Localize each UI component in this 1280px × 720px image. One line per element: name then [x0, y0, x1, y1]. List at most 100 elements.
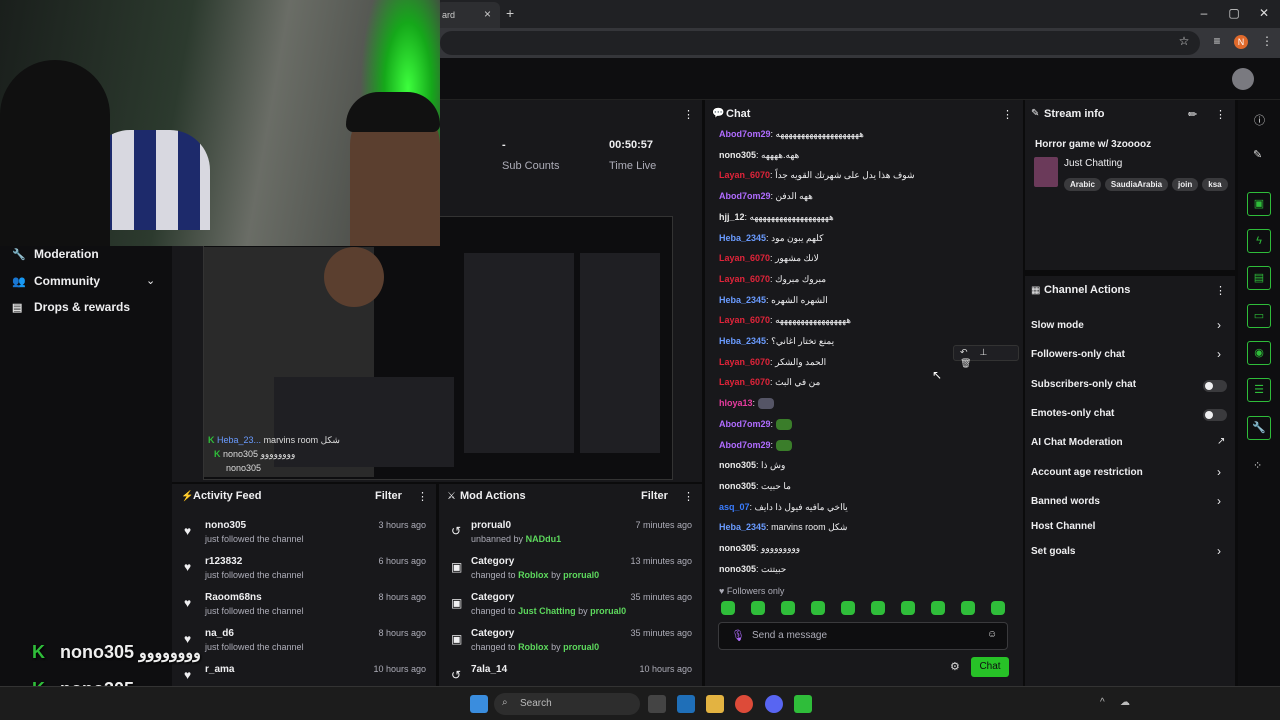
activity-filter-button[interactable]: Filter	[375, 490, 402, 502]
chevron-down-icon[interactable]: ⌄	[146, 274, 155, 287]
activity-menu-icon[interactable]: ⋮	[417, 490, 428, 503]
chat-message[interactable]: Layan_6070: شوف هذا يدل على شهرتك القويه…	[719, 170, 914, 181]
chat-message[interactable]: Heba_2345: الشهره الشهره	[719, 295, 828, 306]
external-link-icon[interactable]: ↗	[1217, 436, 1225, 447]
chat-message[interactable]: nono305: ههه.ههههه	[719, 150, 799, 161]
feed-row[interactable]: ♥ na_d6 just followed the channel 8 hours a…	[172, 628, 436, 662]
chevron-right-icon[interactable]: ›	[1217, 318, 1221, 332]
chat-message[interactable]: Abod7om29: ههههههههههههههههههههه	[719, 129, 864, 140]
task-view-icon[interactable]	[648, 695, 666, 713]
document-icon[interactable]: ▤	[1247, 266, 1271, 290]
cloud-icon[interactable]: ☁	[1120, 697, 1130, 708]
browser-menu-icon[interactable]: ⋮	[1258, 34, 1276, 48]
channel-action-row[interactable]: Banned words ›	[1025, 494, 1235, 513]
chat-message[interactable]: hjj_12: هههههههههههههههههههه	[719, 212, 834, 223]
tray-chevron-icon[interactable]: ^	[1100, 697, 1105, 708]
stream-info-menu-icon[interactable]: ⋮	[1215, 108, 1226, 121]
channel-action-row[interactable]: Host Channel	[1025, 520, 1235, 538]
stream-preview-video[interactable]: K Heba_23... marvins room شكل K nono305 …	[203, 216, 673, 480]
reading-list-icon[interactable]: ≡	[1208, 34, 1226, 48]
chat-message[interactable]: Abod7om29:	[719, 419, 792, 430]
channel-action-row[interactable]: Slow mode ›	[1025, 318, 1235, 337]
chat-message[interactable]: Abod7om29:	[719, 440, 792, 451]
channel-action-row[interactable]: Account age restriction ›	[1025, 465, 1235, 484]
chat-rail-icon[interactable]: ▭	[1247, 304, 1271, 328]
chevron-right-icon[interactable]: ›	[1217, 494, 1221, 508]
lightning-rail-icon[interactable]: ϟ	[1247, 229, 1271, 253]
window-close-icon[interactable]: ✕	[1254, 6, 1274, 20]
clip-icon[interactable]: ▣	[1247, 192, 1271, 216]
bookmark-star-icon[interactable]: ☆	[1175, 34, 1193, 48]
chat-message[interactable]: nono305: وش ذا	[719, 460, 785, 471]
chat-settings-icon[interactable]: ⚙	[950, 660, 960, 673]
channel-action-row[interactable]: Subscribers-only chat	[1025, 378, 1235, 396]
channel-action-row[interactable]: AI Chat Moderation ↗	[1025, 436, 1235, 454]
chevron-right-icon[interactable]: ›	[1217, 347, 1221, 361]
profile-avatar[interactable]: N	[1234, 35, 1248, 49]
toggle-switch[interactable]	[1203, 409, 1227, 421]
chat-menu-icon[interactable]: ⋮	[1002, 108, 1013, 121]
chat-send-button[interactable]: Chat	[971, 657, 1009, 677]
maximize-icon[interactable]: ▢	[1224, 6, 1244, 20]
discord-icon[interactable]	[765, 695, 783, 713]
chevron-right-icon[interactable]: ›	[1217, 465, 1221, 479]
pin-icon[interactable]: ⊥	[980, 347, 1000, 357]
chat-message[interactable]: Layan_6070: الحمد والشكر	[719, 357, 826, 368]
add-action-icon[interactable]: ⁘	[1253, 459, 1262, 472]
feed-row[interactable]: ♥ r123832 just followed the channel 6 hours…	[172, 556, 436, 590]
mod-filter-button[interactable]: Filter	[641, 490, 668, 502]
sidebar-item-community[interactable]: 👥 Community	[12, 274, 100, 288]
stats-menu-icon[interactable]: ⋮	[683, 108, 694, 121]
delete-icon[interactable]: 🗑	[960, 358, 983, 368]
mic-icon[interactable]: 🎙	[731, 629, 745, 642]
chat-message[interactable]: Heba_2345: marvins room شكل	[719, 522, 847, 533]
taskbar-search[interactable]: Search	[494, 693, 640, 715]
chat-message[interactable]: Layan_6070: مبروك مبروك	[719, 274, 826, 285]
chat-message[interactable]: nono305: حبيتتت	[719, 564, 786, 575]
address-bar[interactable]	[440, 31, 1200, 55]
chat-message[interactable]: Layan_6070: من في البث	[719, 377, 820, 388]
chat-message[interactable]: hloya13:	[719, 398, 774, 410]
chat-message[interactable]: nono305: ما حبيت	[719, 481, 791, 492]
sidebar-item-drops[interactable]: ▤ Drops & rewards	[12, 300, 130, 314]
mod-action-row[interactable]: ▣ Category changed to Roblox by prorual0 35…	[439, 628, 702, 662]
minimize-icon[interactable]: –	[1194, 6, 1214, 20]
feed-row[interactable]: ♥ nono305 just followed the channel 3 hours…	[172, 520, 436, 554]
edit-icon[interactable]: ✎	[1253, 148, 1262, 161]
chrome-icon[interactable]	[735, 695, 753, 713]
channel-action-row[interactable]: Set goals ›	[1025, 544, 1235, 563]
mod-action-row[interactable]: ▣ Category changed to Just Chatting by pro…	[439, 592, 702, 626]
windows-start-icon[interactable]	[470, 695, 488, 713]
channel-action-row[interactable]: Followers-only chat ›	[1025, 347, 1235, 366]
toggle-switch[interactable]	[1203, 380, 1227, 392]
chat-message[interactable]: Heba_2345: يمنع تختار اغاني؟	[719, 336, 834, 347]
tab-close-icon[interactable]: ×	[484, 7, 491, 21]
user-avatar[interactable]	[1232, 68, 1254, 90]
emoji-picker-icon[interactable]: ☺	[987, 629, 997, 640]
info-icon[interactable]: ⓘ	[1254, 112, 1265, 128]
chat-message[interactable]: Layan_6070: لانك مشهور	[719, 253, 819, 264]
chat-message[interactable]: Layan_6070: هههههههههههههههههه	[719, 315, 851, 326]
mod-action-row[interactable]: ▣ Category changed to Roblox by prorual0 13…	[439, 556, 702, 590]
chat-message[interactable]: asq_07: يااخي مافيه فيول ذا دايف	[719, 502, 848, 513]
chevron-right-icon[interactable]: ›	[1217, 544, 1221, 558]
broadcast-icon[interactable]: ◉	[1247, 341, 1271, 365]
reply-icon[interactable]: ↶	[960, 347, 980, 357]
layout-icon[interactable]: ☰	[1247, 378, 1271, 402]
chat-message[interactable]: nono305: ووووووووو	[719, 543, 800, 554]
channel-action-row[interactable]: Emotes-only chat	[1025, 407, 1235, 425]
emote-bar[interactable]	[721, 601, 1021, 620]
new-tab-button[interactable]: +	[506, 5, 514, 21]
mod-menu-icon[interactable]: ⋮	[683, 490, 694, 503]
channel-actions-menu-icon[interactable]: ⋮	[1215, 284, 1226, 297]
file-explorer-icon[interactable]	[706, 695, 724, 713]
kick-app-icon[interactable]	[794, 695, 812, 713]
store-icon[interactable]	[677, 695, 695, 713]
mod-action-row[interactable]: ↺ prorual0 unbanned by NADdu1 7 minutes ag…	[439, 520, 702, 554]
sidebar-item-moderation[interactable]: 🔧 Moderation	[12, 247, 99, 261]
chat-message[interactable]: Heba_2345: كلهم يبون مود	[719, 233, 823, 244]
chat-message[interactable]: Abod7om29: ههه الدفن	[719, 191, 813, 202]
wrench-rail-icon[interactable]: 🔧	[1247, 416, 1271, 440]
edit-stream-info-icon[interactable]: ✏	[1188, 108, 1197, 121]
feed-row[interactable]: ♥ Raoom68ns just followed the channel 8 hou…	[172, 592, 436, 626]
